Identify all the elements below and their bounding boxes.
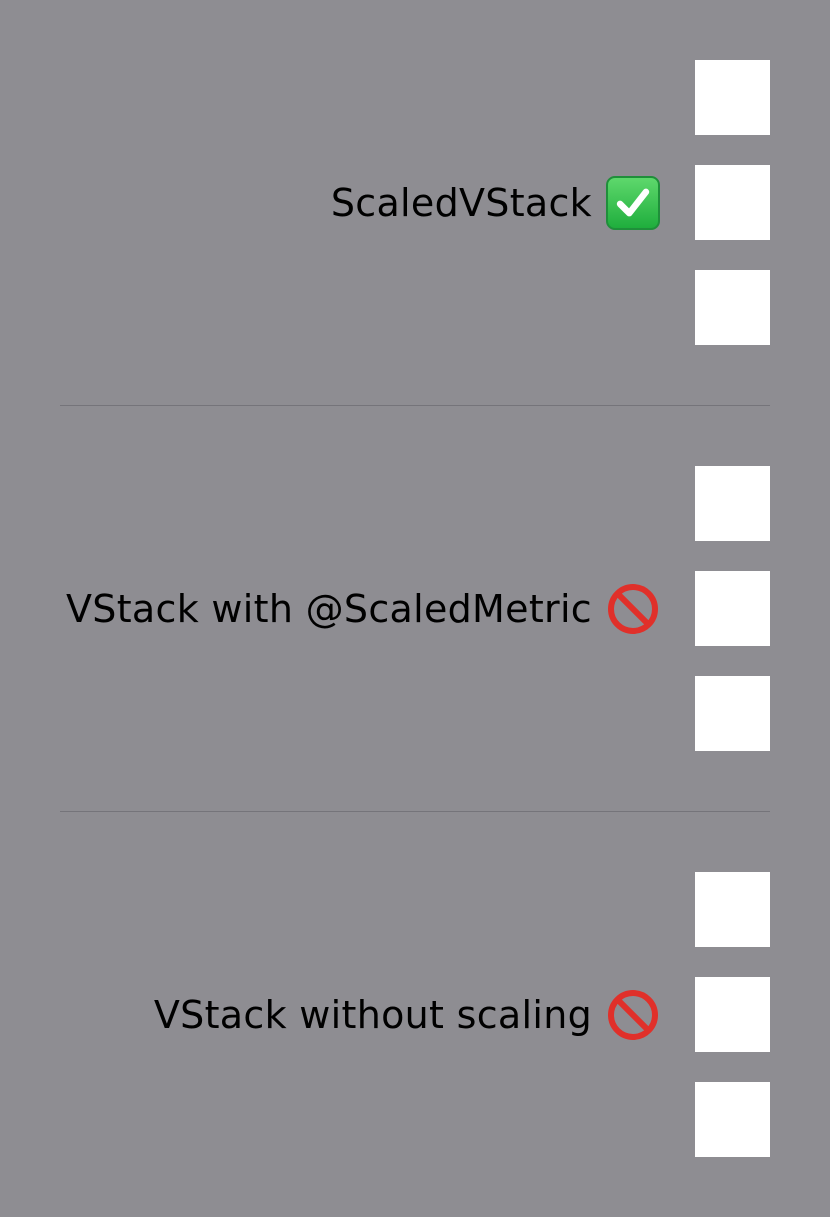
square-box: [695, 676, 770, 751]
square-box: [695, 872, 770, 947]
square-box: [695, 466, 770, 541]
check-mark-button-icon: [606, 175, 660, 230]
prohibited-icon: [606, 988, 660, 1042]
divider: [60, 811, 770, 812]
divider: [60, 405, 770, 406]
square-box: [695, 165, 770, 240]
square-box: [695, 270, 770, 345]
square-box: [695, 571, 770, 646]
row-label-container: VStack with @ScaledMetric: [66, 582, 660, 636]
row-label-container: VStack without scaling: [154, 988, 660, 1042]
square-box: [695, 977, 770, 1052]
row-label: ScaledVStack: [330, 180, 592, 225]
row-label: VStack without scaling: [153, 992, 592, 1037]
square-box: [695, 60, 770, 135]
row-label-container: ScaledVStack: [330, 175, 660, 230]
square-box: [695, 1082, 770, 1157]
prohibited-icon: [606, 582, 660, 636]
row-label: VStack with @ScaledMetric: [66, 586, 592, 631]
